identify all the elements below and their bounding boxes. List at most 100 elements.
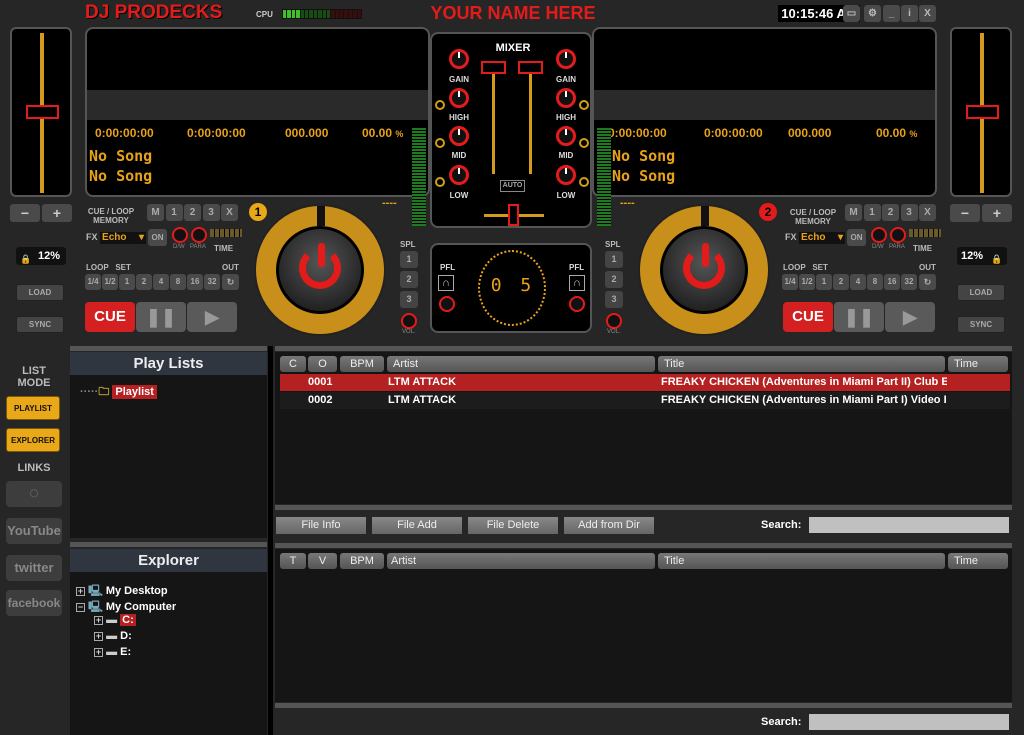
column-header-bpm[interactable]: BPM <box>340 553 384 569</box>
loop-button[interactable]: 16 <box>884 274 900 290</box>
sampler-button[interactable]: 2 <box>605 271 623 288</box>
load-button-deck1[interactable]: LOAD <box>16 284 64 301</box>
high-knob-right[interactable] <box>556 88 576 108</box>
column-header-time[interactable]: Time <box>948 356 1008 372</box>
loop-button[interactable]: 1 <box>119 274 135 290</box>
loop-button[interactable]: 1/4 <box>782 274 798 290</box>
low-knob-left[interactable] <box>449 165 469 185</box>
tree-item-drive-c[interactable]: + ▬ C: <box>94 614 136 626</box>
pfl-knob-left[interactable] <box>439 296 455 312</box>
loop-button[interactable]: 8 <box>867 274 883 290</box>
waveform[interactable] <box>87 90 428 120</box>
file-info-button[interactable]: File Info <box>276 517 366 534</box>
mid-knob-left[interactable] <box>449 126 469 146</box>
playlist-item[interactable]: ·····🗀 Playlist <box>80 383 157 402</box>
column-header-t[interactable]: T <box>280 553 306 569</box>
skin-button[interactable]: ▭ <box>843 5 860 22</box>
file-add-button[interactable]: File Add <box>372 517 462 534</box>
sync-button-deck1[interactable]: SYNC <box>16 316 64 333</box>
tree-item-drive-e[interactable]: + ▬ E: <box>94 646 131 658</box>
sampler-button[interactable]: 3 <box>605 291 623 308</box>
tree-item-drive-d[interactable]: + ▬ D: <box>94 630 132 642</box>
memory-button-x[interactable]: X <box>221 204 238 221</box>
pfl-knob-right[interactable] <box>569 296 585 312</box>
gain-knob-right[interactable] <box>556 49 576 69</box>
volume-fader-left[interactable] <box>492 69 495 174</box>
pause-icon[interactable]: ❚❚ <box>834 302 884 332</box>
column-header-artist[interactable]: Artist <box>387 356 655 372</box>
minimize-button[interactable]: _ <box>883 5 900 22</box>
sampler-button[interactable]: 1 <box>400 251 418 268</box>
twitter-link[interactable]: twitter <box>6 555 62 581</box>
pitch-range[interactable]: 🔒 12% <box>16 247 66 265</box>
para-knob[interactable] <box>191 227 207 243</box>
mid-knob-right[interactable] <box>556 126 576 146</box>
volume-fader-right[interactable] <box>529 69 532 174</box>
fx-selector[interactable]: FX Echo ▾ <box>86 232 147 244</box>
pitch-range[interactable]: 12% 🔒 <box>957 247 1007 265</box>
gain-knob-left[interactable] <box>449 49 469 69</box>
fader-handle[interactable] <box>481 61 506 74</box>
loop-button[interactable]: 4 <box>153 274 169 290</box>
loop-button[interactable]: 16 <box>187 274 203 290</box>
kill-high-right[interactable] <box>579 100 589 110</box>
pitch-handle[interactable] <box>26 105 59 119</box>
pitch-slider-deck2[interactable] <box>950 27 1012 197</box>
settings-gear-icon[interactable]: ⚙ <box>864 5 881 22</box>
playlist-search-input[interactable] <box>809 517 1009 533</box>
sampler-button[interactable]: 3 <box>400 291 418 308</box>
facebook-link[interactable]: facebook <box>6 590 62 616</box>
memory-button-m[interactable]: M <box>147 204 164 221</box>
loop-out-icon[interactable]: ↻ <box>222 274 239 290</box>
loop-button[interactable]: 32 <box>204 274 220 290</box>
info-button[interactable]: i <box>901 5 918 22</box>
loop-button[interactable]: 2 <box>136 274 152 290</box>
loop-button[interactable]: 4 <box>850 274 866 290</box>
memory-button-2[interactable]: 2 <box>184 204 201 221</box>
memory-button-1[interactable]: 1 <box>863 204 881 221</box>
kill-low-right[interactable] <box>579 177 589 187</box>
fx-selector[interactable]: FX Echo ▾ <box>785 232 846 244</box>
jog-wheel-deck2[interactable] <box>638 204 770 336</box>
memory-button-m[interactable]: M <box>845 204 862 221</box>
explorer-mode-button[interactable]: EXPLORER <box>6 428 60 452</box>
pitch-minus-button[interactable]: − <box>950 204 980 222</box>
memory-button-2[interactable]: 2 <box>882 204 899 221</box>
crossfader-handle[interactable] <box>508 204 519 226</box>
sync-button-deck2[interactable]: SYNC <box>957 316 1005 333</box>
column-header-title[interactable]: Title <box>658 356 945 372</box>
memory-button-3[interactable]: 3 <box>202 204 220 221</box>
loop-button[interactable]: 1/4 <box>85 274 101 290</box>
headphones-icon[interactable]: ∩ <box>569 275 585 291</box>
high-knob-left[interactable] <box>449 88 469 108</box>
sampler-button[interactable]: 1 <box>605 251 623 268</box>
loop-button[interactable]: 2 <box>833 274 849 290</box>
memory-button-x[interactable]: X <box>919 204 936 221</box>
table-row[interactable]: 0001 LTM ATTACK FREAKY CHICKEN (Adventures… <box>280 374 1010 391</box>
cue-button-deck1[interactable]: CUE <box>85 302 135 332</box>
pitch-minus-button[interactable]: − <box>10 204 40 222</box>
pause-icon[interactable]: ❚❚ <box>136 302 186 332</box>
column-header-time[interactable]: Time <box>948 553 1008 569</box>
file-delete-button[interactable]: File Delete <box>468 517 558 534</box>
kill-high-left[interactable] <box>435 100 445 110</box>
column-header-bpm[interactable]: BPM <box>340 356 384 372</box>
add-from-dir-button[interactable]: Add from Dir <box>564 517 654 534</box>
loop-button[interactable]: 1/2 <box>102 274 118 290</box>
playlist-mode-button[interactable]: PLAYLIST <box>6 396 60 420</box>
play-icon[interactable]: ▶ <box>885 302 935 332</box>
load-button-deck2[interactable]: LOAD <box>957 284 1005 301</box>
close-button[interactable]: X <box>919 5 936 22</box>
fx-on-button[interactable]: ON <box>148 229 167 246</box>
fx-on-button[interactable]: ON <box>847 229 866 246</box>
loop-button[interactable]: 1 <box>816 274 832 290</box>
sampler-volume-knob[interactable] <box>606 313 622 329</box>
sampler-button[interactable]: 2 <box>400 271 418 288</box>
dw-knob[interactable] <box>871 227 887 243</box>
kill-mid-left[interactable] <box>435 138 445 148</box>
kill-mid-right[interactable] <box>579 138 589 148</box>
auto-button[interactable]: AUTO <box>500 180 525 192</box>
pitch-plus-button[interactable]: + <box>42 204 72 222</box>
memory-button-1[interactable]: 1 <box>165 204 183 221</box>
low-knob-right[interactable] <box>556 165 576 185</box>
